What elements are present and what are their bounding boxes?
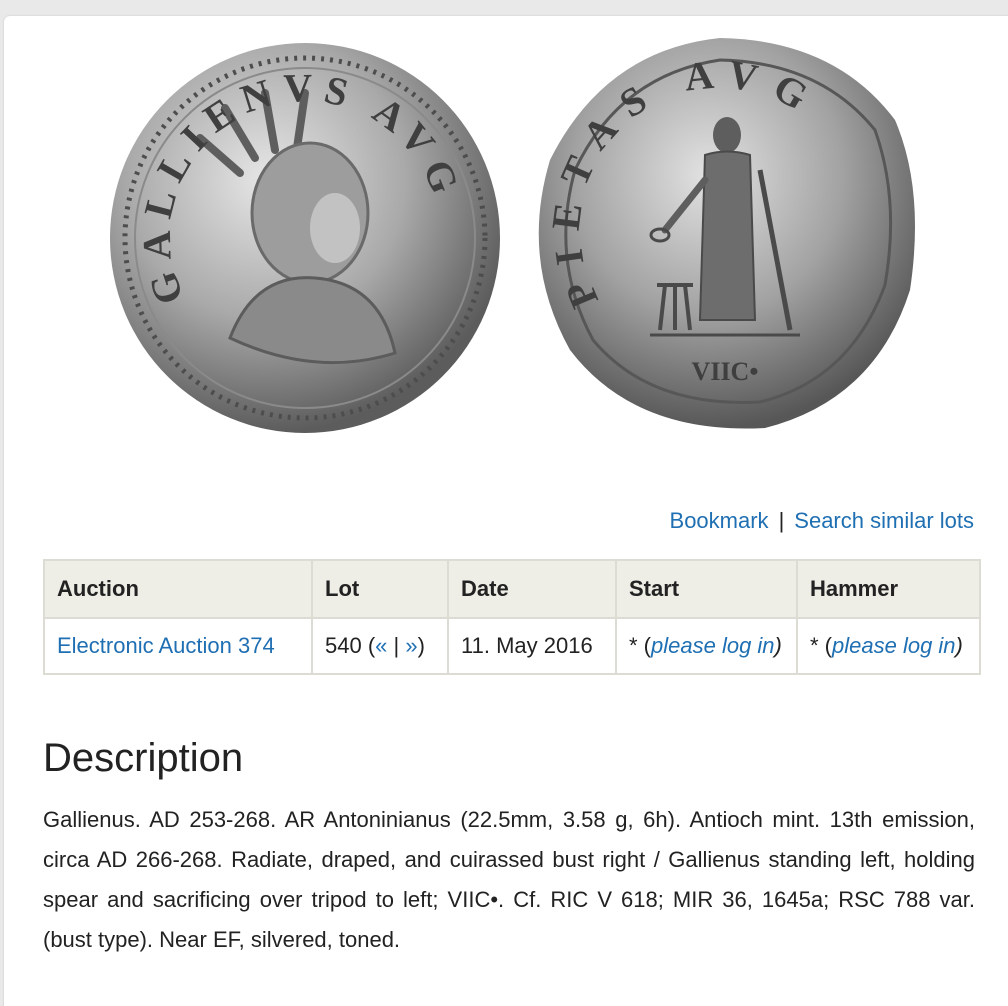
auction-link[interactable]: Electronic Auction 374 (57, 633, 275, 658)
lot-table-header: Auction Lot Date Start Hammer (43, 559, 981, 619)
coin-reverse-image[interactable]: PIETAS AVG VIIC• (515, 30, 925, 440)
link-separator: | (778, 508, 785, 533)
start-suffix: ) (774, 633, 782, 658)
lot-actions: Bookmark | Search similar lots (670, 508, 974, 534)
description-text: Gallienus. AD 253-268. AR Antoninianus (… (43, 807, 975, 952)
header-hammer: Hammer (796, 559, 981, 619)
coin-obverse-image[interactable]: GALLIENVS AVG (105, 38, 505, 438)
reverse-mark: VIIC• (692, 357, 759, 386)
start-prefix: * ( (629, 633, 651, 658)
hammer-cell: * (please log in) (796, 617, 981, 675)
previous-lot-link[interactable]: « (375, 633, 387, 658)
auction-cell: Electronic Auction 374 (43, 617, 313, 675)
lot-cell: 540 (« | ») (311, 617, 449, 675)
bookmark-link[interactable]: Bookmark (670, 508, 769, 533)
header-start: Start (615, 559, 798, 619)
header-lot: Lot (311, 559, 449, 619)
lot-close-paren: ) (417, 633, 425, 658)
table-row: Electronic Auction 374 540 (« | ») 11. M… (43, 617, 981, 675)
search-similar-link[interactable]: Search similar lots (794, 508, 974, 533)
coin-images: GALLIENVS AVG PIETAS AVG VIIC• (100, 30, 920, 450)
next-lot-link[interactable]: » (405, 633, 417, 658)
lot-table: Auction Lot Date Start Hammer Electronic… (43, 559, 981, 675)
hammer-login-link[interactable]: please log in (832, 633, 956, 658)
hammer-suffix: ) (955, 633, 963, 658)
start-cell: * (please log in) (615, 617, 798, 675)
hammer-prefix: * ( (810, 633, 832, 658)
description-title: Description (43, 736, 244, 780)
start-login-link[interactable]: please log in (651, 633, 775, 658)
lot-nav-separator: | (387, 633, 406, 658)
date-cell: 11. May 2016 (447, 617, 617, 675)
lot-number: 540 ( (325, 633, 376, 658)
header-auction: Auction (43, 559, 313, 619)
header-date: Date (447, 559, 617, 619)
